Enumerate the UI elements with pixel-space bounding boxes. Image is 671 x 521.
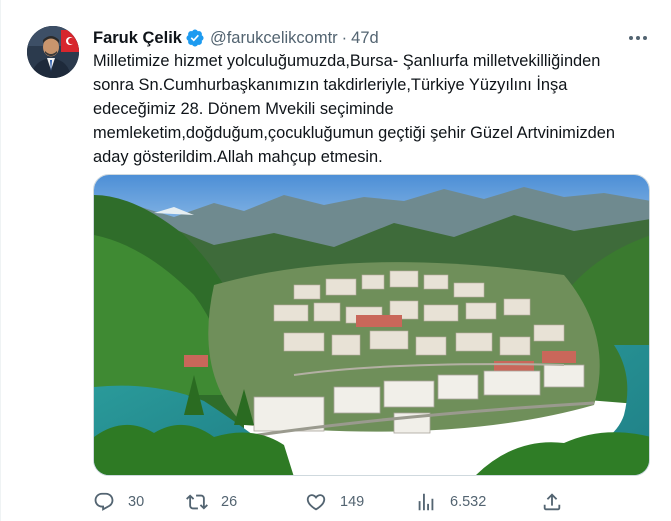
like-count: 149	[340, 494, 365, 510]
tweet-text: Milletimize hizmet yolculuğumuzda,Bursa-…	[93, 49, 655, 169]
tweet-text-line: Milletimize hizmet yolculuğumuzda,Bursa-…	[93, 52, 601, 70]
tweet-actions: 30 26 149 6.532	[93, 488, 563, 516]
avatar[interactable]	[27, 26, 79, 78]
retweet-icon	[186, 491, 208, 513]
tweet-text-line: sonra Sn.Cumhurbaşkanımızın takdirleriyl…	[93, 76, 568, 94]
header-separator: ·	[341, 29, 348, 47]
like-button[interactable]: 149	[305, 488, 364, 516]
views-icon	[415, 491, 437, 513]
views-button[interactable]: 6.532	[415, 488, 486, 516]
more-icon[interactable]	[627, 30, 649, 46]
tweet-card[interactable]: Faruk Çelik @farukcelikcomtr · 47d Mille…	[0, 0, 671, 521]
verified-badge-icon	[185, 28, 205, 48]
share-icon	[541, 491, 563, 513]
author-handle[interactable]: @farukcelikcomtr	[210, 26, 338, 50]
reply-button[interactable]: 30	[93, 488, 144, 516]
reply-count: 30	[128, 494, 145, 510]
share-button[interactable]	[541, 488, 563, 516]
tweet-timestamp[interactable]: 47d	[351, 26, 379, 50]
avatar-image	[27, 26, 79, 78]
town-aerial-photo	[94, 175, 649, 475]
tweet-header: Faruk Çelik @farukcelikcomtr · 47d	[93, 26, 379, 50]
retweet-count: 26	[221, 494, 238, 510]
retweet-button[interactable]: 26	[186, 488, 237, 516]
tweet-text-line: memleketim,doğduğum,çocukluğumun geçtiği…	[93, 124, 616, 142]
tweet-text-line: aday gösterildim.Allah mahçup etmesin.	[93, 148, 383, 166]
like-icon	[305, 491, 327, 513]
tweet-photo[interactable]	[93, 174, 650, 476]
author-name[interactable]: Faruk Çelik	[93, 26, 182, 50]
views-count: 6.532	[450, 494, 487, 510]
tweet-text-line: edeceğimiz 28. Dönem Mvekili seçiminde	[93, 100, 394, 118]
reply-icon	[93, 491, 115, 513]
